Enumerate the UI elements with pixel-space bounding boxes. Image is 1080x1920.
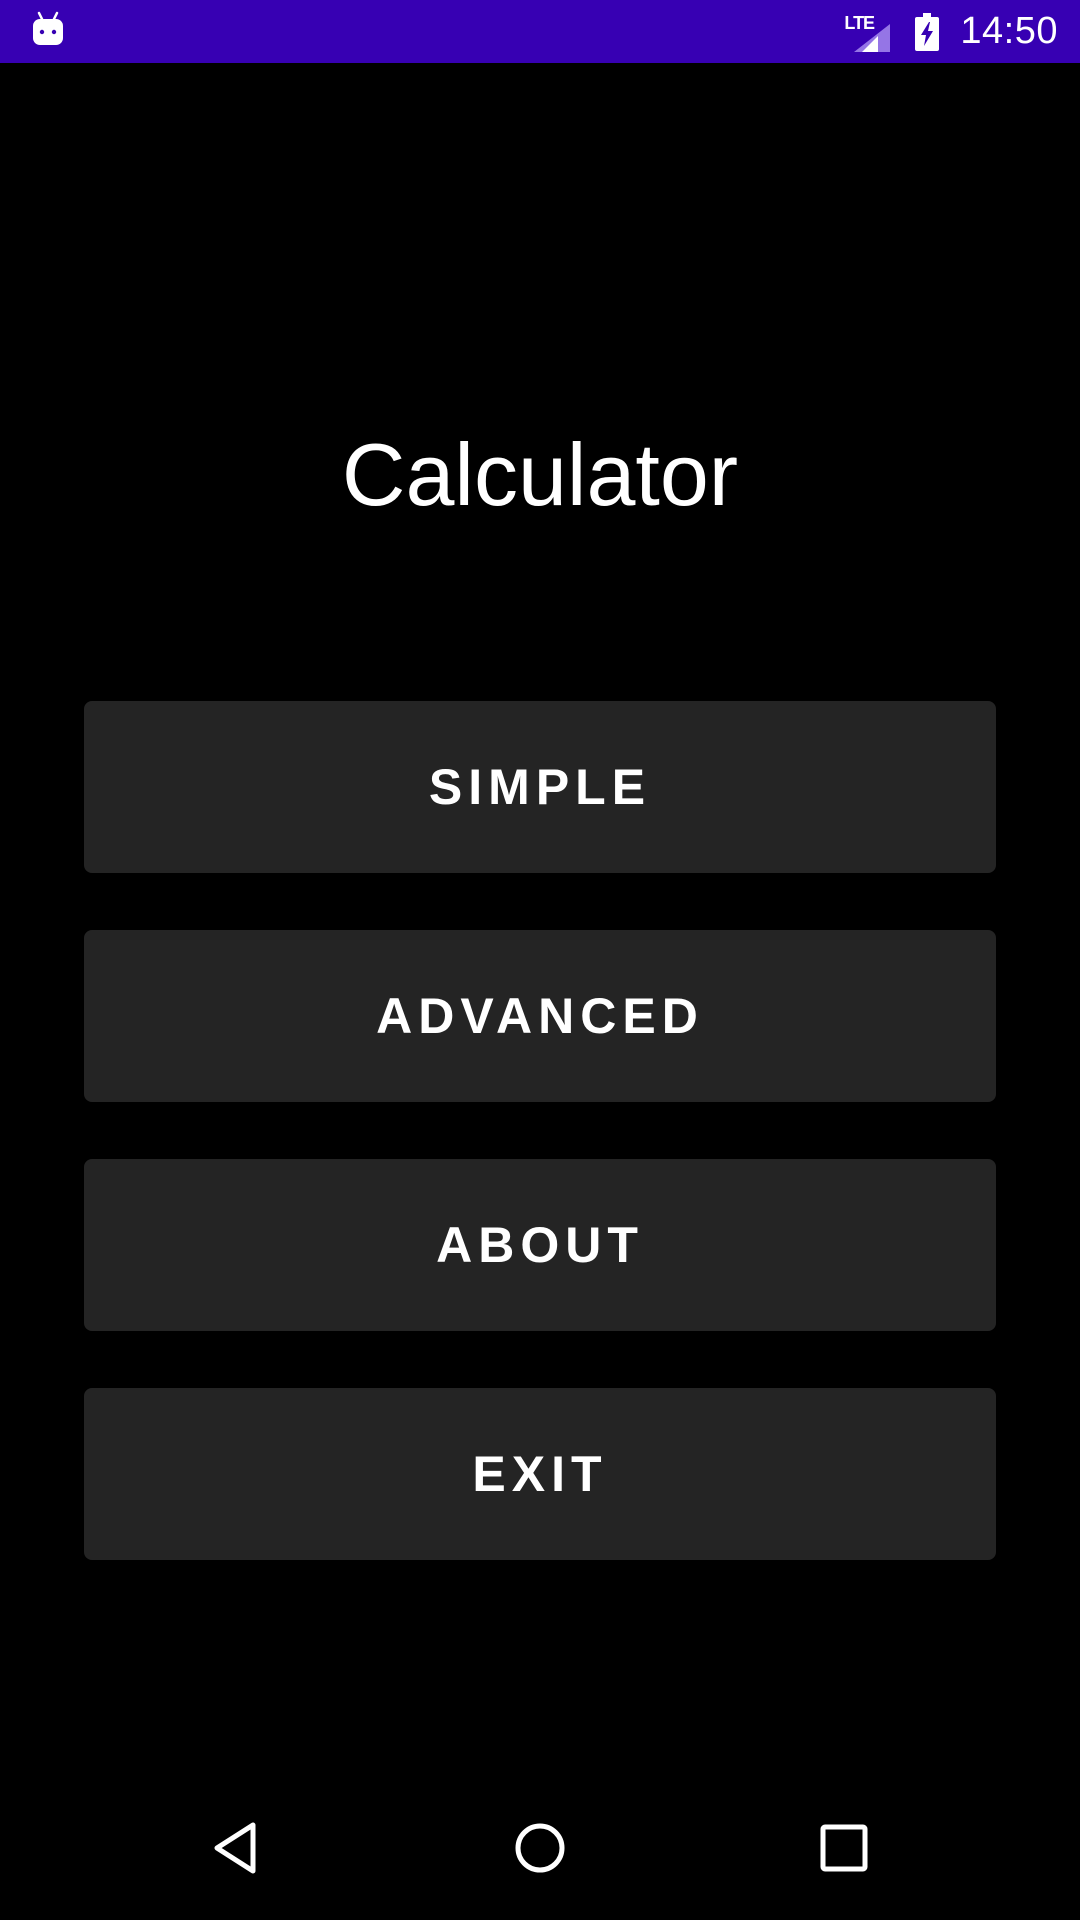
advanced-button[interactable]: ADVANCED bbox=[84, 930, 996, 1102]
page-title: Calculator bbox=[341, 425, 739, 524]
recents-icon bbox=[820, 1824, 868, 1872]
back-icon bbox=[214, 1822, 256, 1874]
battery-charging-icon bbox=[915, 12, 940, 51]
lte-signal-icon: LTE bbox=[844, 12, 894, 52]
status-clock: 14:50 bbox=[960, 10, 1058, 52]
home-icon bbox=[515, 1823, 565, 1873]
simple-button[interactable]: SIMPLE bbox=[84, 701, 996, 873]
about-button[interactable]: ABOUT bbox=[84, 1159, 996, 1331]
back-button[interactable] bbox=[166, 1776, 306, 1920]
status-bar: LTE 14:50 bbox=[0, 0, 1080, 63]
home-button[interactable] bbox=[470, 1776, 610, 1920]
status-icons: LTE 14:50 bbox=[844, 0, 1058, 63]
exit-button[interactable]: EXIT bbox=[84, 1388, 996, 1560]
navigation-bar bbox=[0, 1776, 1080, 1920]
android-debug-icon bbox=[33, 11, 63, 45]
recents-button[interactable] bbox=[774, 1776, 914, 1920]
